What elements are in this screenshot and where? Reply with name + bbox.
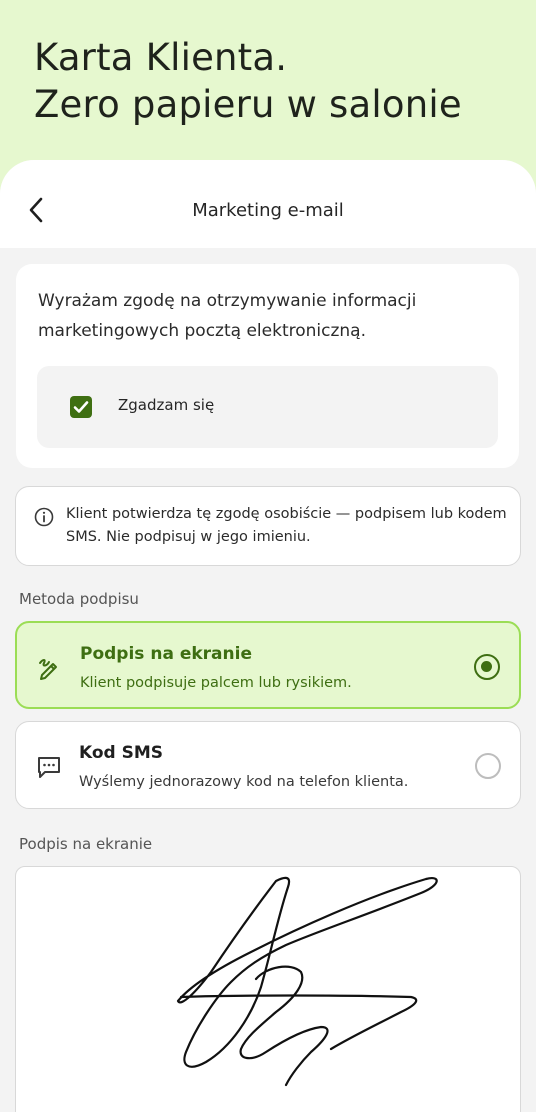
top-bar: Marketing e-mail	[0, 160, 536, 248]
consent-sheet: Marketing e-mail Wyrażam zgodę na otrzym…	[0, 160, 536, 1112]
consent-text: Wyrażam zgodę na otrzymywanie informacji…	[38, 291, 417, 341]
method-title: Kod SMS	[79, 743, 164, 763]
info-icon	[34, 507, 54, 527]
hero-title: Karta Klienta. Zero papieru w salonie	[34, 34, 462, 128]
consent-checkbox-label: Zgadzam się	[118, 396, 215, 414]
radio-unselected[interactable]	[475, 753, 501, 779]
signature-pad[interactable]	[15, 866, 521, 1112]
method-option-screen-signature[interactable]: Podpis na ekranie Klient podpisuje palce…	[15, 621, 521, 709]
pen-signature-icon	[39, 659, 57, 680]
signature-method-label: Metoda podpisu	[19, 590, 139, 608]
hero-banner: Karta Klienta. Zero papieru w salonie	[0, 0, 536, 175]
hero-title-line-2: Zero papieru w salonie	[34, 83, 462, 126]
message-dots-icon	[38, 757, 60, 778]
checkmark-icon	[73, 401, 89, 413]
method-option-sms-code[interactable]: Kod SMS Wyślemy jednorazowy kod na telef…	[15, 721, 521, 809]
info-notice: Klient potwierdza tę zgodę osobiście — p…	[15, 486, 521, 566]
page-title: Marketing e-mail	[192, 200, 344, 221]
method-description: Klient podpisuje palcem lub rysikiem.	[80, 675, 352, 691]
signature-stroke	[176, 876, 438, 1087]
consent-checkbox[interactable]	[70, 396, 92, 418]
method-title: Podpis na ekranie	[80, 644, 252, 664]
signature-pad-label: Podpis na ekranie	[19, 835, 153, 853]
method-description: Wyślemy jednorazowy kod na telefon klien…	[79, 774, 409, 790]
consent-checkbox-row[interactable]: Zgadzam się	[37, 366, 498, 448]
hero-title-line-1: Karta Klienta.	[34, 36, 288, 79]
info-text: Klient potwierdza tę zgodę osobiście — p…	[66, 506, 507, 545]
radio-selected[interactable]	[474, 654, 500, 680]
consent-card: Wyrażam zgodę na otrzymywanie informacji…	[16, 264, 519, 468]
